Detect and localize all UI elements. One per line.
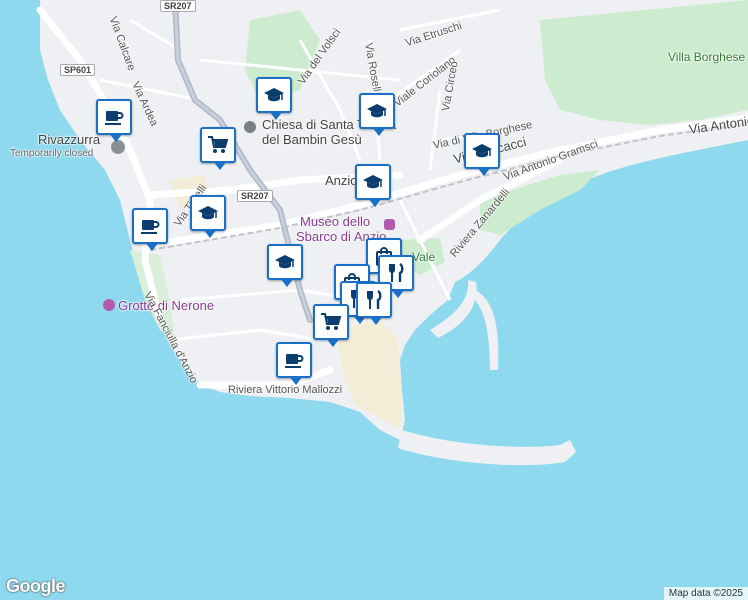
graduation-cap-icon bbox=[367, 104, 387, 118]
graduation-cap-icon bbox=[363, 175, 383, 189]
place-label-anzio[interactable]: Anzio bbox=[325, 173, 358, 188]
poi-label-museo[interactable]: Museo dello bbox=[300, 214, 370, 229]
map-pin-coffee[interactable] bbox=[132, 208, 168, 251]
camera-marker-icon[interactable] bbox=[103, 299, 115, 311]
map-pin-school[interactable] bbox=[190, 195, 226, 238]
coffee-icon bbox=[141, 220, 160, 234]
cart-icon bbox=[208, 136, 229, 153]
google-logo: Google bbox=[6, 576, 66, 596]
map-pin-school[interactable] bbox=[359, 93, 395, 136]
graduation-cap-icon bbox=[198, 206, 218, 220]
place-label-chiesa-line2: del Bambin Gesù bbox=[262, 132, 362, 147]
road-shield-sp601: SP601 bbox=[60, 64, 96, 76]
park-label: Vale bbox=[412, 250, 436, 264]
map-attribution[interactable]: Map data ©2025 bbox=[663, 587, 748, 600]
map-pin-school[interactable] bbox=[256, 77, 292, 120]
temporarily-closed-marker-icon[interactable] bbox=[111, 140, 125, 154]
map-pin-shopping-cart[interactable] bbox=[313, 304, 349, 347]
map-pin-school[interactable] bbox=[267, 244, 303, 287]
coffee-icon bbox=[285, 354, 304, 368]
map-pin-school[interactable] bbox=[355, 164, 391, 207]
place-status: Temporarily closed bbox=[10, 148, 94, 159]
park-label-villa-borghese[interactable]: Villa Borghese bbox=[668, 50, 745, 64]
cart-icon bbox=[321, 313, 342, 330]
map-pin-school[interactable] bbox=[464, 133, 500, 176]
map-pin-coffee[interactable] bbox=[276, 342, 312, 385]
map-canvas[interactable]: Via Calcare SR207 SP601 Via Ardea Rivazz… bbox=[0, 0, 748, 600]
map-pin-restaurant[interactable] bbox=[356, 282, 392, 325]
fork-knife-icon bbox=[367, 290, 382, 309]
fork-knife-icon bbox=[389, 263, 404, 282]
coffee-icon bbox=[105, 111, 124, 125]
poi-label-grotte-di-nerone[interactable]: Grotte di Nerone bbox=[118, 298, 214, 313]
graduation-cap-icon bbox=[472, 144, 492, 158]
road-shield-sr207: SR207 bbox=[237, 190, 273, 202]
road-shield-sr207: SR207 bbox=[160, 0, 196, 12]
map-pin-shopping-cart[interactable] bbox=[200, 127, 236, 170]
place-label-rivazzurra[interactable]: Rivazzurra bbox=[38, 132, 100, 147]
church-marker-icon[interactable] bbox=[244, 121, 256, 133]
street-label: Riviera Vittorio Mallozzi bbox=[228, 384, 343, 396]
graduation-cap-icon bbox=[275, 255, 295, 269]
graduation-cap-icon bbox=[264, 88, 284, 102]
museum-marker-icon[interactable] bbox=[384, 219, 395, 230]
map-pin-coffee[interactable] bbox=[96, 99, 132, 142]
